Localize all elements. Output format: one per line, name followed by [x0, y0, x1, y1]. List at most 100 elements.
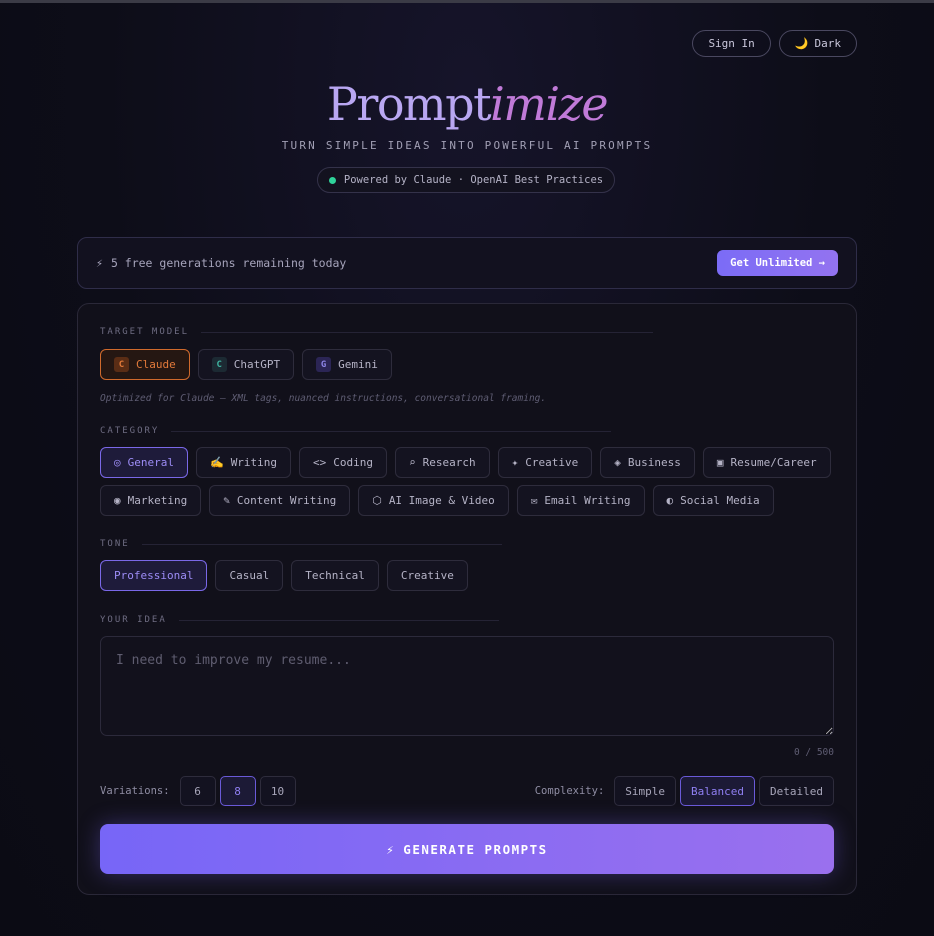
- category-social-media[interactable]: ◐ Social Media: [652, 485, 774, 516]
- target-model-label-text: TARGET MODEL: [100, 327, 190, 337]
- category-business[interactable]: ◈ Business: [600, 447, 695, 478]
- model-option-label: Claude: [136, 358, 176, 371]
- half-circle-icon: ◐: [666, 494, 674, 507]
- variations-control: Variations: 6 8 10: [100, 776, 296, 806]
- model-option-gemini[interactable]: G Gemini: [302, 349, 392, 380]
- idea-input[interactable]: [100, 636, 834, 736]
- tone-label: TONE: [100, 539, 502, 549]
- tone-professional[interactable]: Professional: [100, 560, 208, 591]
- search-icon: ⌕: [409, 456, 416, 469]
- document-icon: ▣: [716, 456, 724, 469]
- generate-label: GENERATE PROMPTS: [403, 841, 548, 857]
- variations-option-6[interactable]: 6: [179, 776, 216, 806]
- category-label-text: CATEGORY: [100, 426, 160, 436]
- category-marketing[interactable]: ◉ Marketing: [100, 485, 202, 516]
- hexagon-icon: ⬡: [372, 494, 382, 507]
- tone-creative[interactable]: Creative: [386, 560, 468, 591]
- category-label: Business: [627, 456, 681, 469]
- target-model-label: TARGET MODEL: [100, 327, 654, 337]
- complexity-balanced[interactable]: Balanced: [680, 776, 756, 806]
- complexity-label: Complexity:: [534, 785, 605, 797]
- status-dot: [328, 176, 336, 184]
- model-note: Optimized for Claude — XML tags, nuanced…: [100, 393, 547, 404]
- category-label: Social Media: [680, 494, 760, 507]
- model-option-chatgpt[interactable]: C ChatGPT: [197, 349, 295, 380]
- sign-in-button[interactable]: Sign In: [692, 30, 771, 57]
- pencil-icon: ✎: [223, 494, 230, 507]
- tone-options: Professional Casual Technical Creative: [100, 560, 468, 591]
- powered-by-badge: Powered by Claude · OpenAI Best Practice…: [317, 167, 615, 193]
- get-unlimited-button[interactable]: Get Unlimited →: [717, 250, 838, 276]
- variations-label: Variations:: [100, 785, 170, 797]
- sparkle-icon: ✦: [511, 456, 519, 469]
- complexity-simple[interactable]: Simple: [614, 776, 677, 806]
- chatgpt-icon: C: [211, 357, 227, 372]
- free-generations-banner: ⚡ 5 free generations remaining today Get…: [77, 237, 857, 289]
- complexity-detailed[interactable]: Detailed: [759, 776, 834, 806]
- divider: [178, 619, 499, 621]
- model-option-label: Gemini: [338, 358, 378, 371]
- tone-casual[interactable]: Casual: [215, 560, 284, 591]
- category-label: General: [127, 456, 174, 469]
- divider: [171, 430, 612, 432]
- tone-label-text: TONE: [100, 539, 130, 549]
- gemini-icon: G: [316, 357, 332, 372]
- tagline: TURN SIMPLE IDEAS INTO POWERFUL AI PROMP…: [281, 139, 653, 152]
- logo-imize: imize: [490, 77, 609, 131]
- category-resume-career[interactable]: ▣ Resume/Career: [702, 447, 831, 478]
- banner-text: 5 free generations remaining today: [110, 256, 347, 270]
- theme-label: Dark: [814, 37, 842, 50]
- top-actions: Sign In 🌙 Dark: [692, 30, 857, 57]
- category-label: Resume/Career: [730, 456, 817, 469]
- character-counter: 0 / 500: [793, 747, 834, 758]
- prompt-form-card: TARGET MODEL C Claude C ChatGPT G Gemini…: [77, 303, 857, 895]
- app-logo: Promptimize: [0, 72, 934, 136]
- bolt-icon: ⚡: [96, 256, 103, 270]
- category-label: Coding: [333, 456, 374, 469]
- category-label: AI Image & Video: [388, 494, 495, 507]
- category-label: Marketing: [127, 494, 188, 507]
- category-label: Writing: [230, 456, 278, 469]
- category-writing[interactable]: ✍️ Writing: [195, 447, 292, 478]
- tone-technical[interactable]: Technical: [291, 560, 379, 591]
- category-label: Research: [422, 456, 476, 469]
- divider: [201, 331, 654, 333]
- category-label: CATEGORY: [100, 426, 612, 436]
- category-email-writing[interactable]: ✉ Email Writing: [516, 485, 645, 516]
- your-idea-label-text: YOUR IDEA: [100, 615, 167, 625]
- theme-toggle-button[interactable]: 🌙 Dark: [778, 30, 857, 57]
- category-options: ◎ General ✍️ Writing <> Coding ⌕ Research ✦ C…: [100, 447, 840, 516]
- generate-prompts-button[interactable]: ⚡ GENERATE PROMPTS: [100, 824, 834, 874]
- badge-text: Powered by Claude · OpenAI Best Practice…: [343, 174, 604, 186]
- variations-option-10[interactable]: 10: [259, 776, 296, 806]
- category-label: Email Writing: [544, 494, 631, 507]
- model-option-label: ChatGPT: [233, 358, 281, 371]
- bolt-icon: ⚡: [386, 841, 396, 857]
- top-border: [0, 0, 934, 3]
- category-ai-image-video[interactable]: ⬡ AI Image & Video: [358, 485, 509, 516]
- envelope-icon: ✉: [530, 494, 538, 507]
- target-icon: ◎: [114, 456, 121, 469]
- logo-prompt: Prompt: [326, 77, 492, 131]
- divider: [141, 543, 502, 545]
- model-option-claude[interactable]: C Claude: [100, 349, 190, 380]
- category-coding[interactable]: <> Coding: [299, 447, 388, 478]
- moon-icon: 🌙: [794, 37, 809, 50]
- category-research[interactable]: ⌕ Research: [395, 447, 490, 478]
- sign-in-label: Sign In: [708, 37, 755, 50]
- complexity-control: Complexity: Simple Balanced Detailed: [535, 776, 834, 806]
- writing-hand-icon: ✍️: [209, 456, 224, 469]
- category-content-writing[interactable]: ✎ Content Writing: [209, 485, 351, 516]
- model-options: C Claude C ChatGPT G Gemini: [100, 349, 392, 380]
- category-general[interactable]: ◎ General: [100, 447, 188, 478]
- your-idea-label: YOUR IDEA: [100, 615, 499, 625]
- category-label: Content Writing: [236, 494, 337, 507]
- variations-option-8[interactable]: 8: [219, 776, 256, 806]
- banner-message: ⚡ 5 free generations remaining today: [96, 256, 346, 270]
- category-label: Creative: [525, 456, 579, 469]
- radio-icon: ◉: [114, 494, 121, 507]
- diamond-icon: ◈: [614, 456, 621, 469]
- code-icon: <>: [313, 456, 327, 469]
- category-creative[interactable]: ✦ Creative: [497, 447, 593, 478]
- claude-icon: C: [114, 357, 129, 372]
